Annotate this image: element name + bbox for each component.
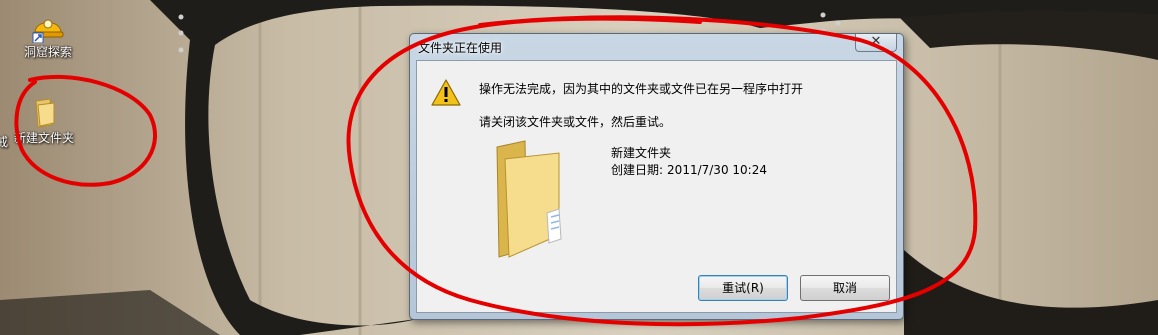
retry-button[interactable]: 重试(R): [698, 275, 788, 301]
dialog-title: 文件夹正在使用: [418, 41, 503, 55]
file-name: 新建文件夹: [611, 146, 672, 160]
instruction-message: 请关闭该文件夹或文件，然后重试。: [479, 115, 672, 129]
file-created-date: 创建日期: 2011/7/30 10:24: [611, 161, 767, 178]
dialog-titlebar[interactable]: 文件夹正在使用 ✕: [410, 34, 903, 60]
cancel-button[interactable]: 取消: [800, 275, 890, 301]
helmet-app-icon: [32, 19, 64, 43]
desktop-icon-label-partial: 戒: [0, 135, 8, 149]
date-label: 创建日期:: [611, 163, 664, 177]
close-button[interactable]: ✕: [855, 34, 897, 52]
desktop-icon-label: 洞窟探索: [23, 45, 72, 59]
folder-icon: [35, 98, 55, 128]
date-value: 2011/7/30 10:24: [667, 163, 767, 177]
close-icon: ✕: [870, 34, 882, 49]
error-message: 操作无法完成，因为其中的文件夹或文件已在另一程序中打开: [479, 82, 804, 96]
desktop-icon-new-folder[interactable]: 新建文件夹: [9, 97, 79, 145]
warning-icon: [431, 79, 461, 106]
folder-large-icon: [496, 140, 562, 258]
desktop-icon-label: 新建文件夹: [13, 131, 74, 145]
folder-in-use-dialog: 文件夹正在使用 ✕ 操作无法完成，因为其中的文件夹或文件已在另一程序中打开 请关…: [409, 33, 904, 320]
desktop-icon-fragment: 戒: [0, 135, 8, 149]
dialog-body: 操作无法完成，因为其中的文件夹或文件已在另一程序中打开 请关闭该文件夹或文件，然…: [416, 60, 897, 313]
desktop-icon-cave-explore[interactable]: 洞窟探索: [13, 11, 83, 59]
